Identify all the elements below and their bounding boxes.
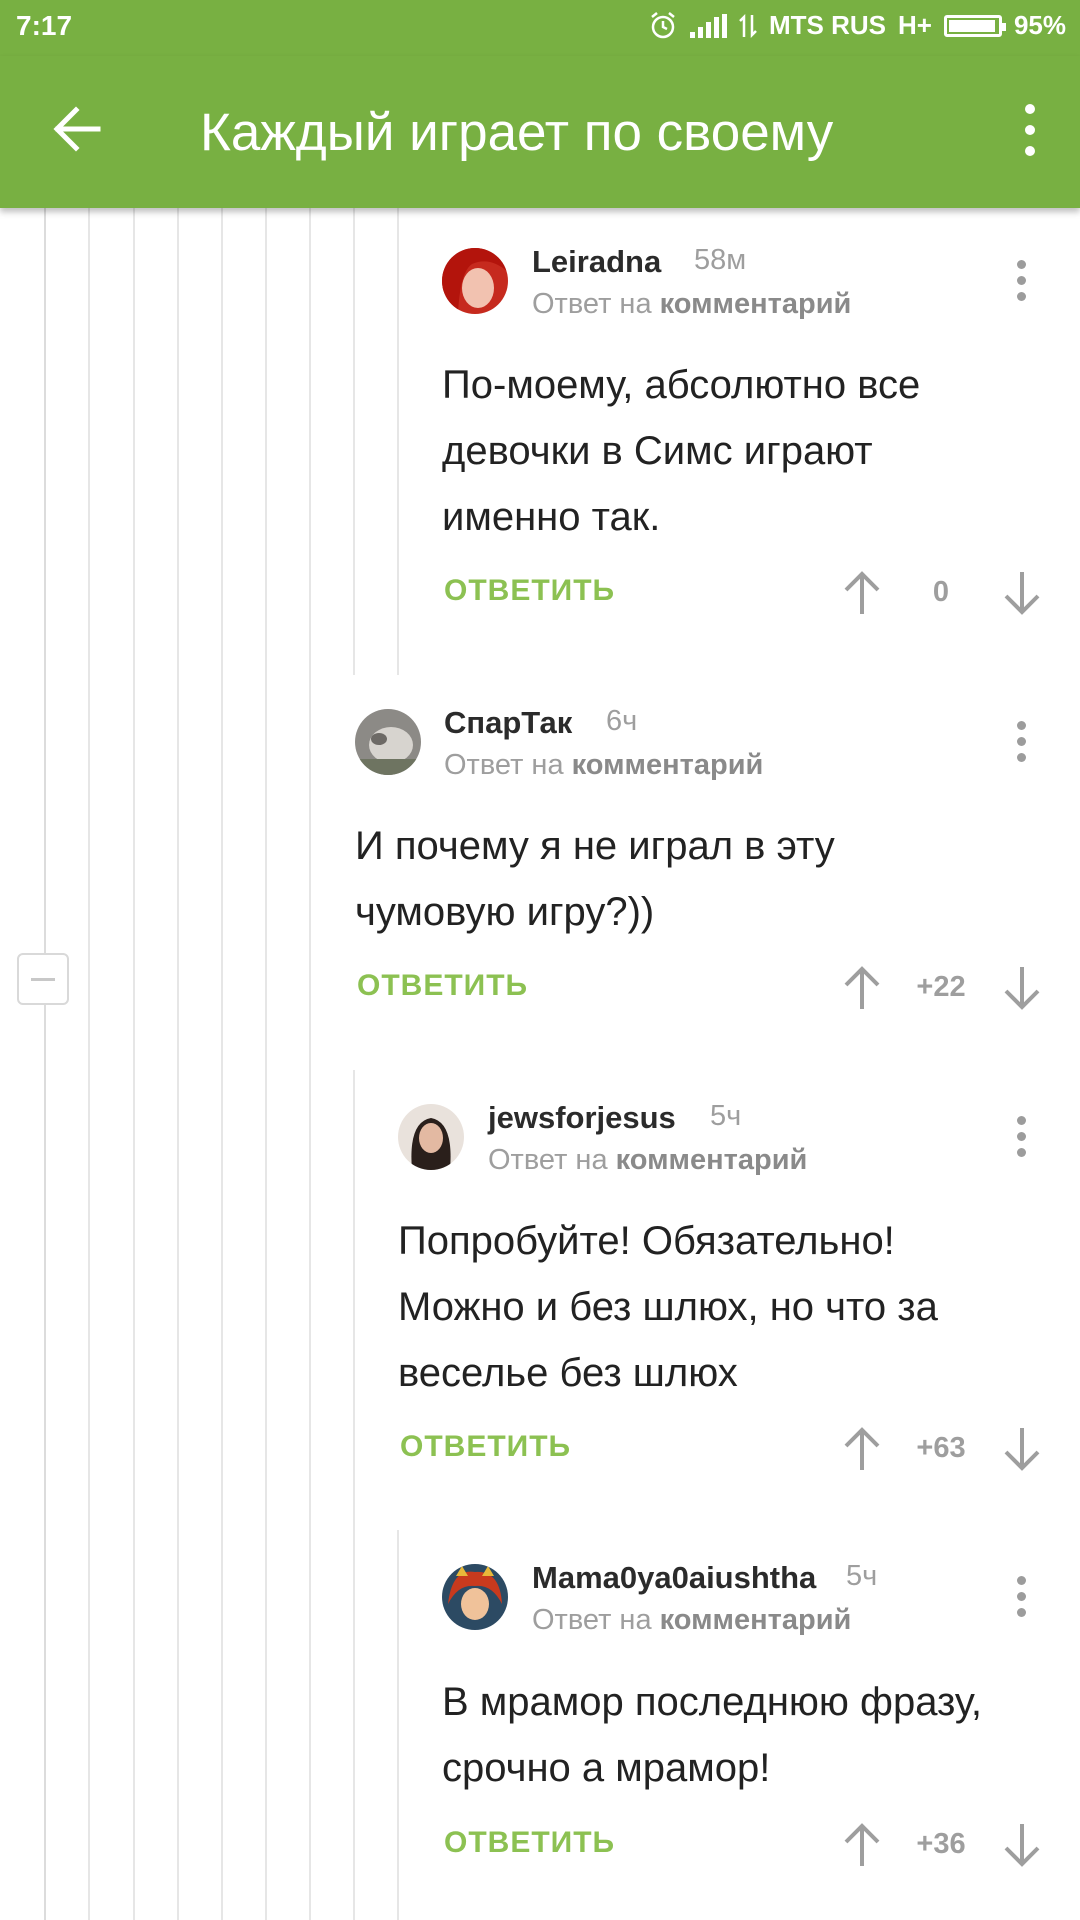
more-dot	[1017, 1608, 1026, 1617]
upvote-icon[interactable]	[842, 570, 882, 616]
reply-to: Ответ на комментарий	[444, 749, 763, 782]
collapse-thread-button[interactable]	[17, 953, 69, 1005]
more-vertical-icon	[1025, 104, 1035, 114]
more-dot	[1017, 1132, 1026, 1141]
app-bar: Каждый играет по своему	[0, 56, 1080, 208]
comment-menu-button[interactable]	[1002, 1572, 1042, 1622]
more-dot	[1017, 1148, 1026, 1157]
page-title: Каждый играет по своему	[200, 103, 834, 162]
avatar-image	[442, 1564, 508, 1630]
status-bar: 7:17 MTS RUS H+ 95%	[0, 0, 1080, 56]
thread-line	[353, 208, 355, 675]
carrier-name: MTS RUS	[768, 10, 886, 40]
thread-line	[88, 208, 90, 1920]
more-dot	[1017, 276, 1026, 285]
downvote-icon[interactable]	[1002, 570, 1042, 616]
downvote-icon[interactable]	[1002, 1822, 1042, 1868]
comment-time: 6ч	[606, 705, 638, 737]
comment-author[interactable]: СпарТак	[444, 705, 572, 741]
avatar[interactable]	[442, 1564, 508, 1630]
more-dot	[1017, 292, 1026, 301]
more-dot	[1025, 146, 1035, 156]
comment-menu-button[interactable]	[1002, 717, 1042, 767]
more-dot	[1025, 125, 1035, 135]
comment-rating: +63	[916, 1432, 966, 1464]
signal-icon	[689, 13, 727, 38]
thread-line	[265, 208, 267, 1920]
thread-line	[177, 208, 179, 1920]
avatar-image	[398, 1104, 464, 1170]
comment-text: В мрамор последнюю фразу, срочно а мрамо…	[442, 1680, 982, 1790]
avatar-image	[355, 709, 421, 775]
comment-text: По-моему, абсолютно все девочки в Симс и…	[442, 363, 921, 539]
arrow-left-icon	[53, 106, 101, 152]
comment-author[interactable]: Leiradna	[532, 244, 661, 280]
avatar[interactable]	[355, 709, 421, 775]
network-type: H+	[897, 10, 932, 40]
avatar-image	[442, 248, 508, 314]
reply-to-link[interactable]: комментарий	[660, 1604, 852, 1636]
status-time: 7:17	[16, 10, 73, 41]
reply-to-prefix: Ответ на	[444, 749, 564, 781]
thread-line	[397, 1530, 399, 1920]
comment-menu-button[interactable]	[1002, 256, 1042, 306]
reply-to: Ответ на комментарий	[532, 1604, 851, 1637]
upvote-icon[interactable]	[842, 1822, 882, 1868]
battery-icon	[943, 14, 1006, 37]
reply-button[interactable]: ОТВЕТИТЬ	[444, 574, 615, 608]
data-transfer-icon	[739, 13, 757, 38]
reply-button[interactable]: ОТВЕТИТЬ	[357, 969, 528, 1003]
comment-author[interactable]: jewsforjesus	[488, 1100, 676, 1136]
reply-to-link[interactable]: комментарий	[572, 749, 764, 781]
avatar[interactable]	[398, 1104, 464, 1170]
downvote-icon[interactable]	[1002, 1426, 1042, 1472]
reply-to-prefix: Ответ на	[532, 1604, 652, 1636]
thread-line	[397, 208, 399, 675]
thread-line	[309, 208, 311, 1920]
alarm-icon	[651, 11, 675, 38]
reply-to-prefix: Ответ на	[532, 288, 652, 320]
more-dot	[1017, 737, 1026, 746]
reply-to: Ответ на комментарий	[532, 288, 851, 321]
comment-author[interactable]: Mama0ya0aiushtha	[532, 1560, 816, 1596]
overflow-menu-button[interactable]	[1000, 100, 1060, 160]
thread-line	[44, 208, 46, 1920]
reply-to: Ответ на комментарий	[488, 1144, 807, 1177]
battery-percent: 95%	[1013, 10, 1066, 40]
reply-to-link[interactable]: комментарий	[616, 1144, 808, 1176]
reply-button[interactable]: ОТВЕТИТЬ	[400, 1430, 571, 1464]
thread-line	[353, 1070, 355, 1920]
more-vertical-icon	[1017, 260, 1026, 269]
more-dot	[1017, 753, 1026, 762]
comment-time: 58м	[694, 244, 747, 276]
thread-line	[133, 208, 135, 1920]
reply-to-prefix: Ответ на	[488, 1144, 608, 1176]
comment-text: И почему я не играл в эту чумовую игру?)…	[355, 824, 835, 934]
comment-rating: +36	[916, 1828, 966, 1860]
downvote-icon[interactable]	[1002, 965, 1042, 1011]
avatar[interactable]	[442, 248, 508, 314]
upvote-icon[interactable]	[842, 1426, 882, 1472]
thread-line	[221, 208, 223, 1920]
back-button[interactable]	[44, 96, 110, 162]
reply-to-link[interactable]: комментарий	[660, 288, 852, 320]
reply-button[interactable]: ОТВЕТИТЬ	[444, 1826, 615, 1860]
comment-time: 5ч	[846, 1560, 878, 1592]
upvote-icon[interactable]	[842, 965, 882, 1011]
status-icons: MTS RUS H+ 95%	[648, 10, 1066, 41]
more-vertical-icon	[1017, 1116, 1026, 1125]
comment-rating: +22	[916, 971, 966, 1003]
more-vertical-icon	[1017, 1576, 1026, 1585]
more-vertical-icon	[1017, 721, 1026, 730]
comment-time: 5ч	[710, 1100, 742, 1132]
comment-rating: 0	[932, 576, 950, 608]
comment-text: Попробуйте! Обязательно! Можно и без шлю…	[398, 1219, 938, 1395]
comment-menu-button[interactable]	[1002, 1112, 1042, 1162]
more-dot	[1017, 1592, 1026, 1601]
